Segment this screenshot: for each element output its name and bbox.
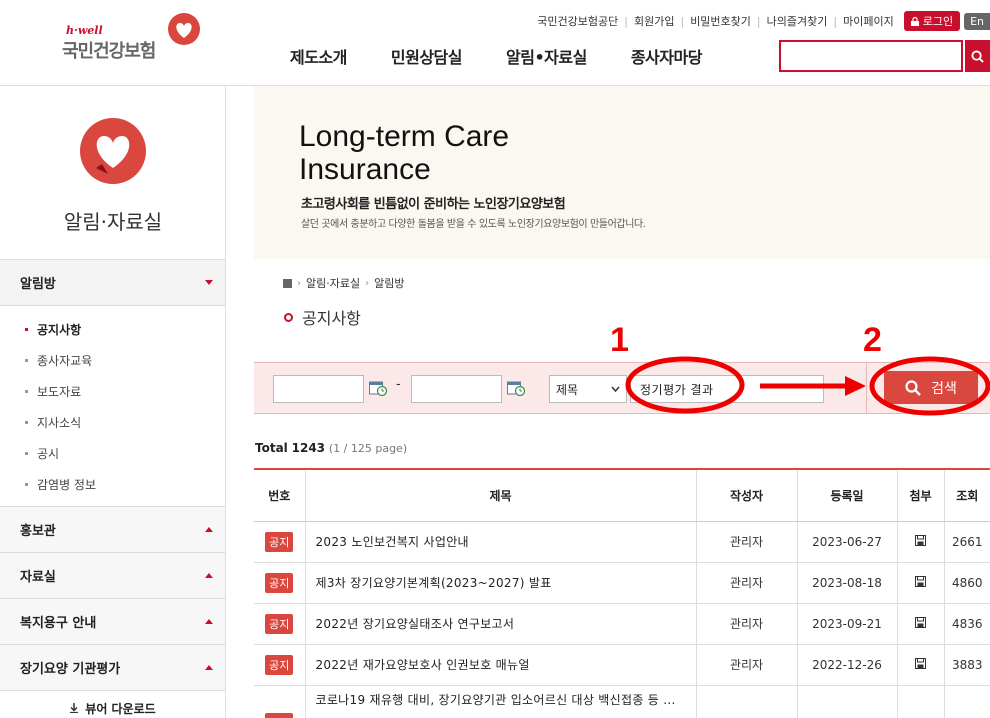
table-header-row: 번호 제목 작성자 등록일 첨부 조회	[254, 468, 990, 522]
post-views: 2661	[943, 521, 990, 563]
board-total: Total 1243 (1 / 125 page)	[255, 441, 407, 455]
annotation-step-2: 2	[863, 321, 882, 359]
table-row[interactable]: 공지 2022년 재가요양보호사 인권보호 매뉴얼 관리자 2022-12-26…	[254, 644, 990, 686]
notice-badge: 공지	[265, 613, 294, 634]
post-date: 2022-12-26	[796, 644, 897, 686]
post-title-link[interactable]: 제3차 장기요양기본계획(2023~2027) 발표	[304, 562, 696, 604]
annotation-ellipse-keyword	[625, 356, 745, 414]
post-author: 관리자	[695, 685, 797, 718]
notice-board-table: 번호 제목 작성자 등록일 첨부 조회 공지 2023 노인보건복지 사업안내 …	[254, 468, 990, 718]
floppy-disk-icon[interactable]	[915, 575, 926, 587]
notice-badge: 공지	[265, 531, 294, 552]
post-title-link[interactable]: 2022년 장기요양실태조사 연구보고서	[304, 603, 696, 645]
post-date: 2023-06-27	[796, 521, 897, 563]
post-date: 2023-08-18	[796, 562, 897, 604]
notice-badge: 공지	[265, 654, 294, 675]
column-header-title: 제목	[304, 468, 696, 522]
post-views: 4019	[943, 685, 990, 718]
post-title-link[interactable]: 2022년 재가요양보호사 인권보호 매뉴얼	[304, 644, 696, 686]
post-views: 3883	[943, 644, 990, 686]
table-row[interactable]: 공지 2023 노인보건복지 사업안내 관리자 2023-06-27 2661	[254, 521, 990, 563]
post-title-link[interactable]: 코로나19 재유행 대비, 장기요양기관 입소어르신 대상 백신접종 등 ...	[304, 685, 696, 718]
column-header-number: 번호	[254, 468, 305, 522]
column-header-attachment: 첨부	[896, 468, 944, 522]
post-views: 4860	[943, 562, 990, 604]
column-header-views: 조회	[943, 468, 990, 522]
table-row[interactable]: 공지 제3차 장기요양기본계획(2023~2027) 발표 관리자 2023-0…	[254, 562, 990, 604]
floppy-disk-icon[interactable]	[915, 534, 926, 546]
post-author: 관리자	[695, 603, 797, 645]
post-date: 2023-09-27	[796, 685, 897, 718]
post-author: 관리자	[695, 521, 797, 563]
notice-badge: 공지	[265, 572, 294, 593]
post-date: 2023-09-21	[796, 603, 897, 645]
total-label: Total	[255, 441, 288, 455]
floppy-disk-icon[interactable]	[915, 657, 926, 669]
annotation-ellipse-search	[869, 356, 990, 416]
table-row[interactable]: 공지 2022년 장기요양실태조사 연구보고서 관리자 2023-09-21 4…	[254, 603, 990, 645]
post-title-link[interactable]: 2023 노인보건복지 사업안내	[304, 521, 696, 563]
notice-badge: 공지	[265, 712, 294, 718]
total-pages: (1 / 125 page)	[328, 442, 408, 455]
floppy-disk-icon[interactable]	[915, 616, 926, 628]
table-row[interactable]: 공지 코로나19 재유행 대비, 장기요양기관 입소어르신 대상 백신접종 등 …	[254, 685, 990, 718]
column-header-date: 등록일	[796, 468, 897, 522]
post-author: 관리자	[695, 644, 797, 686]
annotation-step-1: 1	[610, 321, 629, 359]
column-header-author: 작성자	[695, 468, 797, 522]
post-views: 4836	[943, 603, 990, 645]
total-count: 1243	[291, 441, 326, 455]
post-author: 관리자	[695, 562, 797, 604]
annotation-arrow-head	[845, 376, 866, 396]
